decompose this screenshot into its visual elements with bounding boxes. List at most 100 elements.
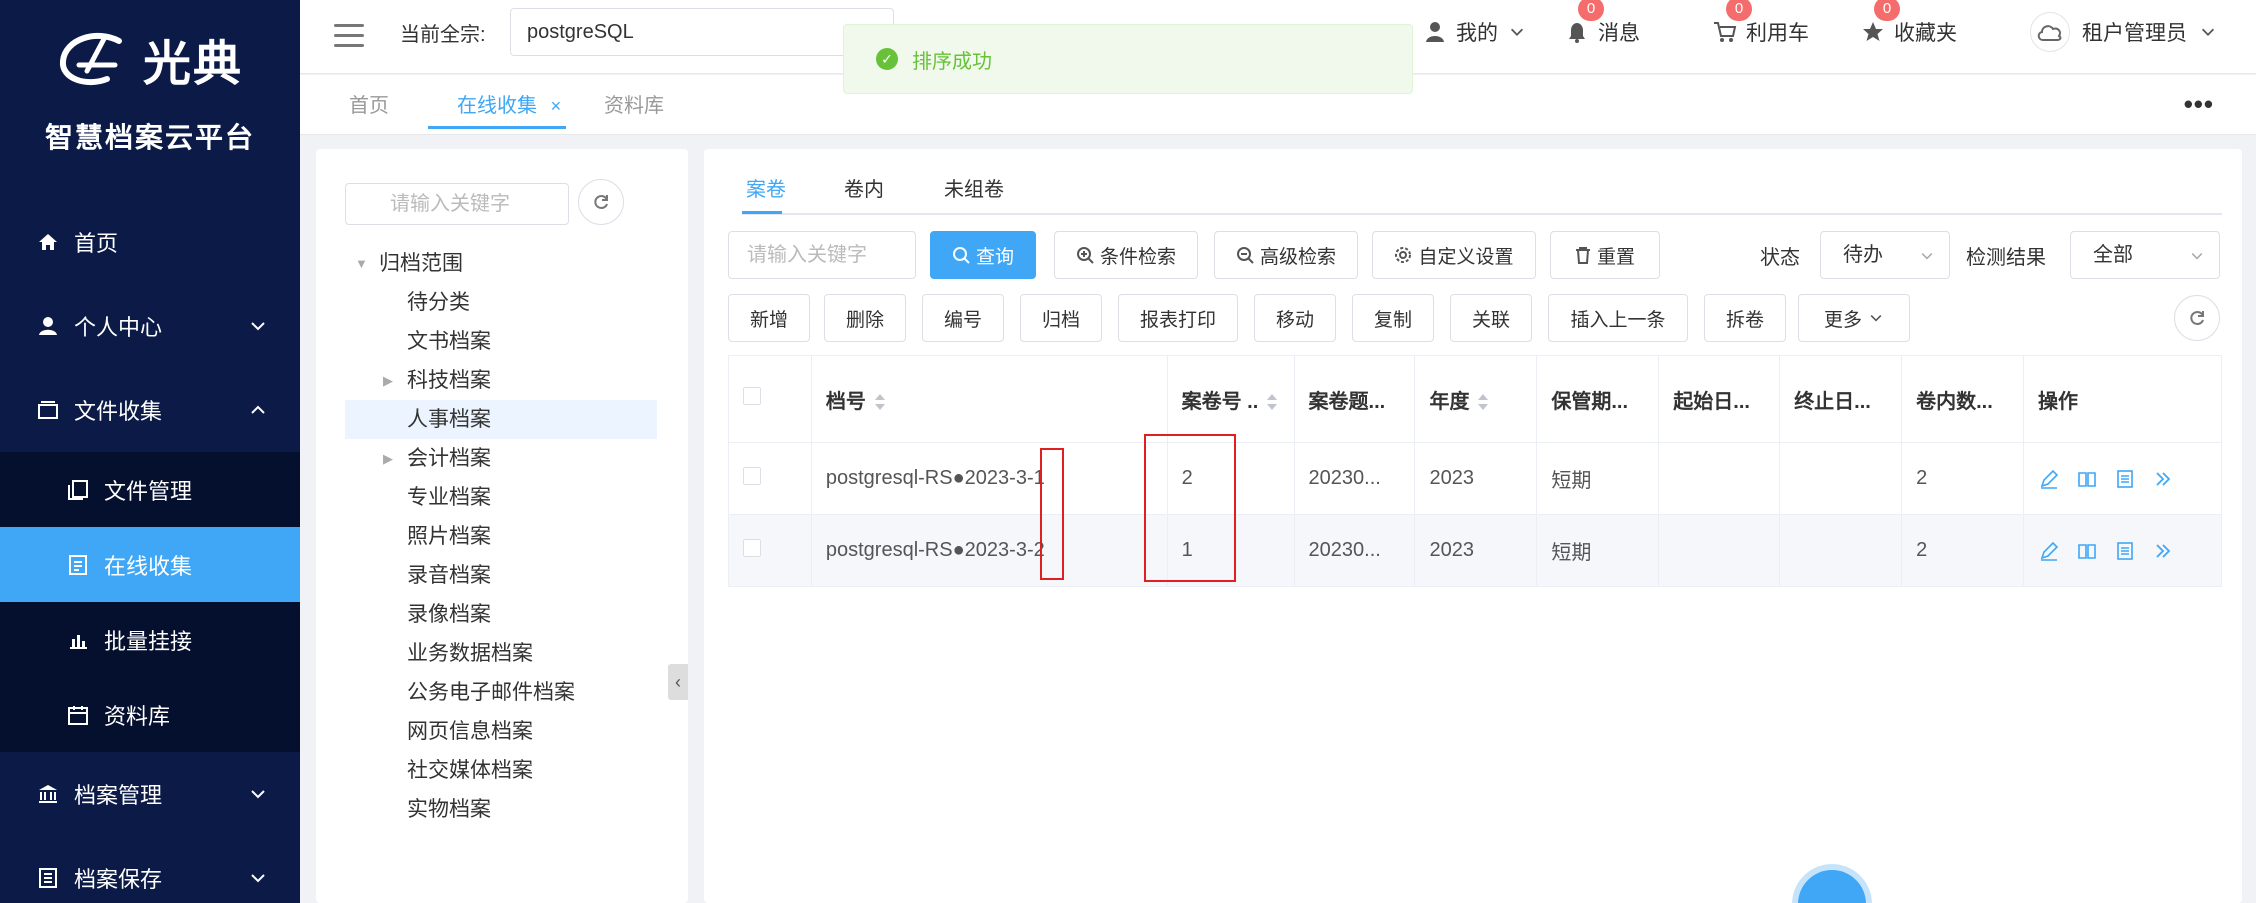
view-book-icon[interactable] [2076, 540, 2098, 562]
more-options-icon[interactable]: ••• [2184, 89, 2214, 120]
more-button[interactable]: 更多 [1798, 294, 1910, 342]
column-header[interactable]: 终止日... [1779, 355, 1903, 443]
tree-node[interactable]: 社交媒体档案 [345, 751, 657, 790]
column-header[interactable]: 起始日... [1658, 355, 1781, 443]
tree-search-input[interactable]: 请输入关键字 [345, 183, 569, 225]
table-row[interactable]: postgresql-RS●2023-3-1 2 20230... 2023 短… [728, 442, 2222, 515]
link-button[interactable]: 关联 [1450, 294, 1532, 342]
custom-settings-button[interactable]: 自定义设置 [1372, 231, 1536, 279]
sort-icon[interactable] [1477, 392, 1489, 412]
sidebar-item-label: 文件管理 [104, 478, 193, 504]
add-button[interactable]: 新增 [728, 294, 810, 342]
sidebar-item-file-collection[interactable]: 文件收集 [0, 368, 300, 452]
tree-refresh-button[interactable] [578, 179, 624, 225]
tree-node[interactable]: 业务数据档案 [345, 634, 657, 673]
favorites-button[interactable]: 0 收藏夹 [1860, 0, 1957, 64]
sidebar-item-archive-storage[interactable]: 档案保存 [0, 836, 300, 903]
table-refresh-button[interactable] [2174, 295, 2220, 341]
sidebar-submenu: 文件管理 在线收集 批量挂接 资料库 [0, 452, 300, 752]
tab-library[interactable]: 资料库 [604, 89, 664, 118]
tree-node[interactable]: 文书档案 [345, 322, 657, 361]
messages-button[interactable]: 0 消息 [1564, 0, 1640, 64]
sort-icon[interactable] [874, 392, 886, 412]
tab-ungrouped[interactable]: 未组卷 [944, 173, 1004, 202]
tree-node[interactable]: 实物档案 [345, 790, 657, 829]
messages-badge: 0 [1578, 0, 1604, 21]
document-list-icon[interactable] [2114, 540, 2136, 562]
platform-name: 智慧档案云平台 [44, 122, 255, 153]
sidebar-item-home[interactable]: 首页 [0, 200, 300, 284]
column-label: 案卷号 .. [1181, 390, 1259, 413]
column-header[interactable]: 档号 [811, 355, 1168, 443]
sidebar-item-archive-management[interactable]: 档案管理 [0, 752, 300, 836]
column-header[interactable]: 卷内数... [1901, 355, 2025, 443]
scope-select[interactable]: postgreSQL [510, 8, 894, 56]
collapse-panel-icon[interactable]: ‹ [668, 664, 688, 700]
select-all-checkbox[interactable] [743, 387, 761, 405]
tree-node[interactable]: 录像档案 [345, 595, 657, 634]
status-select[interactable]: 待办 [1820, 231, 1950, 279]
tab-case-file[interactable]: 案卷 [746, 173, 786, 202]
cell-actions [2023, 514, 2222, 587]
cart-icon: 0 [1712, 0, 1752, 45]
tab-home[interactable]: 首页 [349, 89, 389, 118]
sidebar-item-library[interactable]: 资料库 [0, 677, 300, 752]
view-book-icon[interactable] [2076, 468, 2098, 490]
delete-button[interactable]: 删除 [824, 294, 906, 342]
tree-node[interactable]: 待分类 [345, 283, 657, 322]
move-button[interactable]: 移动 [1254, 294, 1336, 342]
report-print-button[interactable]: 报表打印 [1118, 294, 1238, 342]
document-list-icon[interactable] [2114, 468, 2136, 490]
sidebar-item-personal-center[interactable]: 个人中心 [0, 284, 300, 368]
user-menu[interactable]: 租户管理员 [2030, 0, 2217, 64]
number-button[interactable]: 编号 [922, 294, 1004, 342]
edit-icon[interactable] [2038, 468, 2060, 490]
close-icon[interactable]: × [551, 96, 562, 116]
condition-search-button[interactable]: 条件检索 [1054, 231, 1198, 279]
double-chevron-right-icon[interactable] [2152, 540, 2174, 562]
tree-node-expandable[interactable]: ▶ 会计档案 [345, 439, 657, 478]
column-header[interactable]: 案卷题... [1294, 355, 1416, 443]
edit-icon[interactable] [2038, 540, 2060, 562]
copy-button[interactable]: 复制 [1352, 294, 1434, 342]
double-chevron-right-icon[interactable] [2152, 468, 2174, 490]
row-checkbox[interactable] [743, 538, 761, 557]
sidebar-item-file-management[interactable]: 文件管理 [0, 452, 300, 527]
building-icon [36, 866, 60, 890]
column-header[interactable]: 保管期... [1536, 355, 1660, 443]
check-result-select[interactable]: 全部 [2070, 231, 2220, 279]
menu-toggle-icon[interactable] [334, 24, 364, 48]
active-subtab-indicator [742, 211, 782, 214]
tree-node[interactable]: 专业档案 [345, 478, 657, 517]
mine-menu[interactable]: 我的 [1422, 0, 1526, 64]
table-row[interactable]: postgresql-RS●2023-3-2 1 20230... 2023 短… [728, 514, 2222, 587]
tree-node-expandable[interactable]: ▶ 科技档案 [345, 361, 657, 400]
keyword-input[interactable]: 请输入关键字 [728, 231, 916, 279]
split-volume-button[interactable]: 拆卷 [1704, 294, 1786, 342]
tree-node[interactable]: 公务电子邮件档案 [345, 673, 657, 712]
tab-inner-file[interactable]: 卷内 [844, 173, 884, 202]
archive-button[interactable]: 归档 [1020, 294, 1102, 342]
star-icon: 0 [1860, 0, 1900, 45]
cell-volume-title: 20230... [1294, 514, 1416, 587]
column-header[interactable]: 案卷号 .. [1167, 355, 1295, 443]
insert-above-button[interactable]: 插入上一条 [1548, 294, 1688, 342]
reset-button[interactable]: 重置 [1550, 231, 1660, 279]
sidebar-item-online-collection[interactable]: 在线收集 [0, 527, 300, 602]
tree-node-root[interactable]: ▼ 归档范围 [345, 244, 657, 283]
row-checkbox[interactable] [743, 466, 761, 485]
tree-node-label: 会计档案 [407, 447, 491, 470]
tree-node[interactable]: 照片档案 [345, 517, 657, 556]
query-button[interactable]: 查询 [930, 231, 1036, 279]
caret-right-icon: ▶ [383, 451, 393, 466]
advanced-search-button[interactable]: 高级检索 [1214, 231, 1358, 279]
tab-online-collection[interactable]: 在线收集 × [457, 89, 561, 118]
sort-icon[interactable] [1266, 392, 1278, 412]
cart-button[interactable]: 0 利用车 [1712, 0, 1809, 64]
column-header[interactable]: 年度 [1414, 355, 1538, 443]
sidebar-item-batch-attach[interactable]: 批量挂接 [0, 602, 300, 677]
sidebar: 光典 智慧档案云平台 首页 个人中心 文件收集 文件管理 在线收集 批量挂接 资… [0, 0, 300, 903]
tree-node[interactable]: 录音档案 [345, 556, 657, 595]
tree-node[interactable]: 网页信息档案 [345, 712, 657, 751]
tree-node-selected[interactable]: 人事档案 [345, 400, 657, 439]
